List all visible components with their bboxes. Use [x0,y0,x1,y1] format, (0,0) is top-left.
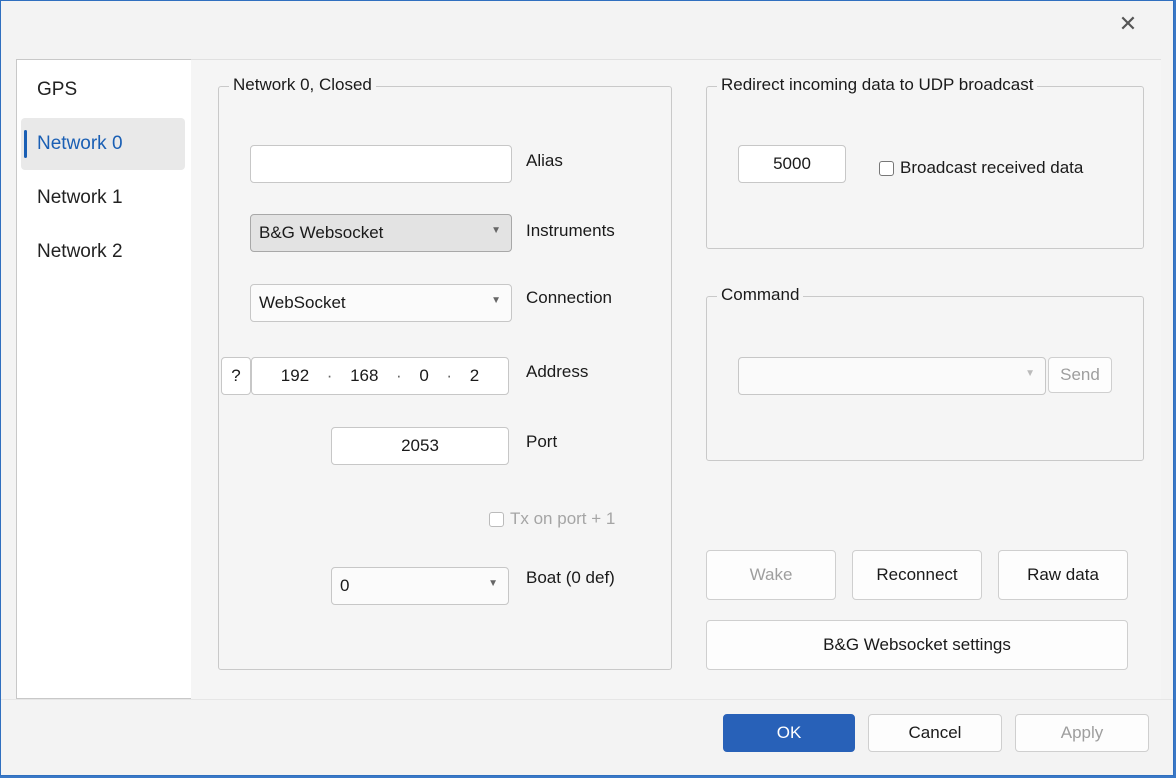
settings-dialog: ✕ GPS Network 0 Network 1 Network 2 Netw… [0,0,1174,776]
network-group: Network 0, Closed Alias B&G Websocket ▼ … [218,75,672,670]
instruments-label: Instruments [526,221,615,240]
connection-value: WebSocket [259,293,346,312]
send-button[interactable]: Send [1048,357,1112,393]
sidebar-item-label: GPS [37,79,78,100]
tx-port-label: Tx on port + 1 [510,509,616,528]
boat-value: 0 [340,576,350,595]
chevron-down-icon: ▼ [491,225,501,236]
address-separator: · [446,366,453,385]
sidebar: GPS Network 0 Network 1 Network 2 [16,59,192,699]
port-input[interactable]: 2053 [331,427,509,465]
sidebar-item-network-1[interactable]: Network 1 [21,172,185,224]
port-label: Port [526,432,558,451]
redirect-group: Redirect incoming data to UDP broadcast … [706,75,1144,249]
raw-data-button[interactable]: Raw data [998,550,1128,600]
chevron-down-icon: ▼ [491,295,501,306]
address-separator: · [326,366,333,385]
command-select[interactable]: ▼ [738,357,1046,395]
instruments-value: B&G Websocket [259,223,384,242]
boat-label: Boat (0 def) [526,568,615,587]
sidebar-item-label: Network 2 [37,241,123,262]
command-group: Command ▼ Send [706,285,1144,461]
udp-port-input[interactable]: 5000 [738,145,846,183]
alias-input[interactable] [250,145,512,183]
address-octet: 0 [419,366,429,385]
broadcast-checkbox[interactable]: Broadcast received data [879,158,1083,178]
command-group-title: Command [717,285,804,305]
reconnect-button[interactable]: Reconnect [852,550,982,600]
sidebar-item-gps[interactable]: GPS [21,64,185,116]
websocket-settings-button[interactable]: B&G Websocket settings [706,620,1128,670]
apply-button[interactable]: Apply [1015,714,1149,752]
sidebar-item-label: Network 0 [37,133,123,154]
sidebar-item-label: Network 1 [37,187,123,208]
title-bar: ✕ [1,1,1173,47]
broadcast-label: Broadcast received data [900,158,1084,177]
address-octet: 168 [350,366,379,385]
chevron-down-icon: ▼ [488,578,498,589]
wake-button[interactable]: Wake [706,550,836,600]
address-input[interactable]: 192 · 168 · 0 · 2 [251,357,509,395]
address-label: Address [526,362,589,381]
address-octet: 2 [469,366,480,385]
instruments-select[interactable]: B&G Websocket ▼ [250,214,512,252]
connection-label: Connection [526,288,613,307]
main-panel: Network 0, Closed Alias B&G Websocket ▼ … [191,59,1161,699]
chevron-down-icon: ▼ [1025,368,1035,379]
alias-label: Alias [526,151,563,170]
network-group-title: Network 0, Closed [229,75,376,95]
cancel-button[interactable]: Cancel [868,714,1002,752]
boat-select[interactable]: 0 ▼ [331,567,509,605]
address-separator: · [396,366,402,385]
checkbox-icon [879,161,894,177]
connection-select[interactable]: WebSocket ▼ [250,284,512,322]
address-help-button[interactable]: ? [221,357,251,395]
tx-port-checkbox[interactable]: Tx on port + 1 [489,509,615,529]
redirect-group-title: Redirect incoming data to UDP broadcast [717,75,1038,95]
selection-indicator [24,130,27,158]
ok-button[interactable]: OK [723,714,855,752]
address-octet: 192 [280,366,310,385]
sidebar-item-network-2[interactable]: Network 2 [21,226,185,278]
footer-divider [1,699,1173,700]
sidebar-item-network-0[interactable]: Network 0 [21,118,185,170]
checkbox-icon [489,512,504,528]
close-icon[interactable]: ✕ [1111,9,1145,39]
